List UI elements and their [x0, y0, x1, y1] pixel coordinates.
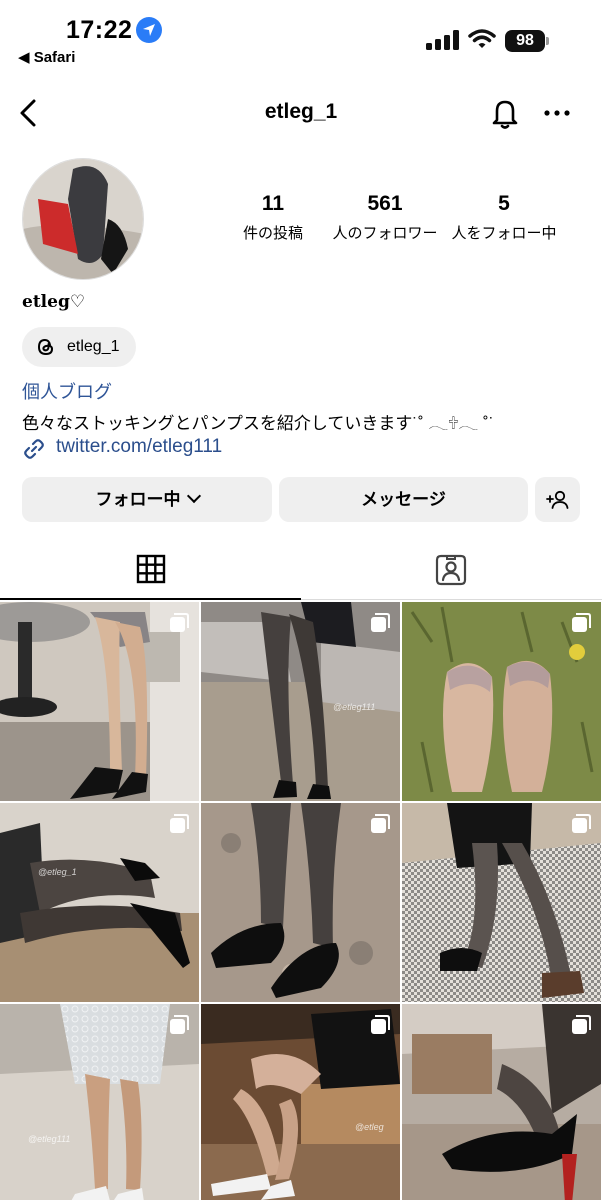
avatar[interactable] [22, 158, 144, 280]
multi-post-icon [572, 1015, 591, 1034]
add-user-button[interactable] [535, 477, 580, 522]
multi-post-icon [170, 613, 189, 632]
post-thumbnail[interactable]: @etleg_1 [0, 803, 199, 1002]
post-thumbnail[interactable] [402, 602, 601, 801]
tab-tagged[interactable] [301, 544, 602, 600]
clock: 17:22 [66, 16, 133, 44]
more-icon[interactable] [540, 100, 574, 126]
post-watermark: @etleg [355, 1122, 384, 1132]
post-thumbnail[interactable] [402, 1004, 601, 1200]
followers-stat[interactable]: 561 人のフォロワー [326, 192, 444, 243]
post-watermark: @etleg111 [28, 1134, 71, 1144]
multi-post-icon [371, 613, 390, 632]
post-thumbnail[interactable]: @etleg111 [0, 1004, 199, 1200]
bell-icon[interactable] [488, 96, 522, 130]
threads-badge-button[interactable]: etleg_1 [22, 327, 136, 367]
profile-category: 個人ブログ [22, 382, 112, 402]
location-arrow-icon [136, 17, 162, 43]
posts-label: 件の投稿 [242, 225, 303, 242]
post-thumbnail[interactable]: @etleg [201, 1004, 400, 1200]
multi-post-icon [170, 814, 189, 833]
followers-count: 561 [367, 192, 403, 215]
profile-nav-bar: etleg_1 [0, 88, 602, 138]
threads-icon [37, 338, 54, 356]
post-watermark: @etleg111 [333, 702, 376, 712]
post-thumbnail[interactable]: @etleg111 [201, 602, 400, 801]
following-button-label: フォロー中 [95, 490, 181, 509]
followers-label: 人のフォロワー [332, 225, 438, 242]
multi-post-icon [572, 814, 591, 833]
tab-posts-grid[interactable] [0, 544, 301, 600]
status-bar: 17:22 ◀ Safari 98 [0, 0, 602, 74]
chevron-down-icon [186, 488, 201, 504]
posts-grid: @etleg111 @etleg_1 @etleg111 @etleg [0, 602, 602, 1200]
battery-level: 98 [505, 30, 545, 52]
following-label: 人をフォロー中 [451, 225, 557, 242]
message-button[interactable]: メッセージ [279, 477, 528, 522]
following-count: 5 [498, 192, 510, 215]
message-button-label: メッセージ [361, 490, 446, 509]
profile-link-text: twitter.com/etleg111 [56, 436, 223, 457]
post-thumbnail[interactable] [402, 803, 601, 1002]
back-to-safari-link[interactable]: ◀ Safari [18, 48, 75, 66]
multi-post-icon [371, 814, 390, 833]
following-button[interactable]: フォロー中 [22, 477, 272, 522]
profile-stats: 11 件の投稿 561 人のフォロワー 5 人をフォロー中 [228, 192, 558, 252]
multi-post-icon [170, 1015, 189, 1034]
battery-icon: 98 [505, 30, 549, 52]
post-thumbnail[interactable] [201, 803, 400, 1002]
wifi-icon [468, 29, 496, 48]
multi-post-icon [572, 613, 591, 632]
following-stat[interactable]: 5 人をフォロー中 [444, 192, 564, 243]
profile-bio: 色々なストッキングとパンプスを紹介していきます˙˚ 𓂃🕆𓂃 ˚˙ [22, 414, 495, 433]
posts-stat[interactable]: 11 件の投稿 [228, 192, 318, 243]
add-user-icon [546, 490, 569, 509]
grid-icon [136, 554, 166, 584]
multi-post-icon [371, 1015, 390, 1034]
signal-icon [426, 30, 459, 50]
post-thumbnail[interactable] [0, 602, 199, 801]
profile-tabs [0, 544, 602, 600]
display-name: etleg♡ [22, 292, 86, 312]
link-icon [24, 439, 44, 459]
posts-count: 11 [261, 192, 285, 215]
tagged-icon [435, 554, 467, 586]
threads-label: etleg_1 [67, 338, 120, 355]
post-watermark: @etleg_1 [38, 867, 77, 877]
